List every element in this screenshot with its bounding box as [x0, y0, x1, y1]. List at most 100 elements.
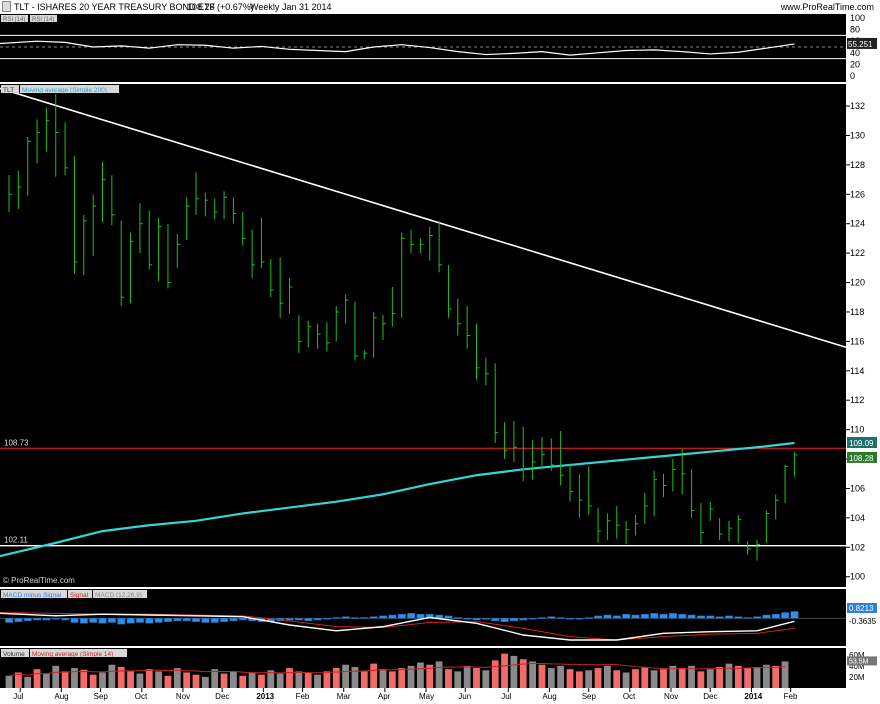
macd-histogram-bar — [781, 612, 790, 619]
x-tick-label: Aug — [54, 692, 68, 701]
volume-bar — [594, 668, 602, 688]
macd-hist-value-label: 0.8213 — [849, 604, 874, 613]
volume-bar — [99, 672, 106, 688]
macd-histogram-bar — [510, 618, 518, 622]
volume-bar — [604, 665, 611, 688]
volume-bar — [43, 673, 50, 688]
volume-bar — [706, 669, 714, 688]
macd-histogram-bar — [706, 615, 715, 619]
price-tick-label: 114 — [850, 366, 864, 376]
x-tick-label: Jul — [13, 692, 23, 701]
volume-bar — [660, 669, 667, 688]
macd-histogram-bar — [173, 618, 182, 622]
volume-bar — [220, 673, 228, 688]
macd-histogram-bar — [23, 618, 32, 622]
volume-bar — [585, 670, 593, 688]
macd-histogram-bar — [388, 614, 397, 619]
volume-bar — [164, 675, 172, 688]
right-axis — [846, 14, 880, 690]
macd-histogram-bar — [762, 614, 771, 619]
volume-bar — [463, 665, 471, 688]
rsi-tick-label: 0 — [850, 71, 855, 81]
macd-histogram-bar — [126, 618, 135, 624]
volume-bar — [61, 671, 69, 688]
volume-ma-label: Moving average (Simple 14) — [32, 651, 113, 658]
volume-bar — [5, 675, 13, 688]
macd-histogram-bar — [5, 618, 14, 623]
macd-histogram-bar — [210, 618, 219, 623]
macd-histogram-bar — [631, 614, 640, 619]
volume-bar — [52, 665, 60, 688]
price-tick-label: 118 — [850, 307, 864, 317]
macd-histogram-bar — [369, 616, 378, 619]
volume-bar — [454, 671, 462, 688]
volume-bar — [108, 664, 116, 688]
rsi-tick-label: 80 — [850, 25, 860, 35]
volume-bar — [725, 663, 733, 688]
x-tick-label: Mar — [337, 692, 351, 701]
macd-histogram-bar — [295, 618, 303, 621]
price-value-label: 108.28 — [849, 454, 874, 463]
volume-bar — [575, 671, 583, 688]
macd-histogram-bar — [51, 618, 60, 620]
price-tick-label: 106 — [850, 483, 865, 493]
price-tick-label: 128 — [850, 160, 865, 170]
x-tick-label: 2014 — [744, 692, 762, 701]
rsi-panel[interactable] — [0, 14, 846, 82]
macd-histogram-bar — [519, 618, 528, 621]
chart-canvas[interactable]: 108.73 102.11 132 130 128 126 124 122 120 118 116… — [0, 0, 880, 704]
macd-histogram-bar — [192, 618, 201, 622]
macd-histogram-bar — [697, 615, 705, 619]
macd-histogram-bar — [669, 613, 677, 619]
volume-bar — [398, 668, 406, 688]
volume-bar — [388, 671, 396, 688]
macd-histogram-bar — [659, 613, 668, 619]
macd-histogram-bar — [117, 618, 126, 625]
macd-histogram-bar — [594, 615, 603, 619]
macd-histogram-bar — [753, 616, 762, 619]
macd-histogram-bar — [612, 615, 621, 619]
volume-bar — [155, 671, 162, 688]
rsi-tick-label: 20 — [850, 59, 860, 69]
volume-bar — [473, 668, 480, 688]
macd-histogram-bar — [491, 618, 500, 622]
x-tick-label: Feb — [296, 692, 310, 701]
volume-bar — [613, 670, 621, 688]
x-tick-label: Dec — [703, 692, 717, 701]
volume-bar — [258, 674, 265, 688]
volume-bar — [445, 669, 452, 688]
macd-histogram-bar — [42, 618, 51, 621]
macd-histogram-bar — [650, 613, 659, 619]
volume-bar — [286, 668, 293, 688]
volume-bar — [379, 669, 387, 688]
macd-histogram-bar — [444, 615, 453, 619]
volume-bar — [435, 661, 443, 688]
volume-bar — [417, 662, 424, 688]
macd-histogram-bar — [472, 618, 481, 621]
volume-bar — [89, 674, 97, 688]
volume-bar — [239, 675, 247, 688]
ma-series-label: Moving average (Simple 200) — [22, 87, 107, 94]
macd-histogram-bar — [790, 611, 799, 619]
price-panel[interactable] — [0, 84, 846, 587]
macd-histogram-bar — [416, 613, 425, 619]
macd-histogram-bar — [201, 618, 210, 623]
price-tick-label: 120 — [850, 278, 865, 288]
macd-histogram-bar — [463, 618, 472, 620]
macd-histogram-bar — [687, 614, 696, 619]
volume-bar — [342, 664, 349, 688]
price-tick-label: 130 — [850, 130, 865, 140]
volume-bar — [566, 669, 574, 688]
macd-histogram-bar — [136, 618, 144, 623]
macd-histogram-bar — [528, 618, 537, 620]
macd-histogram-bar — [547, 616, 556, 619]
macd-histogram-bar — [332, 617, 341, 619]
macd-histogram-bar — [61, 618, 70, 621]
volume-bar — [547, 668, 555, 688]
x-tick-label: Nov — [664, 692, 678, 701]
price-tick-label: 116 — [850, 336, 864, 346]
macd-histogram-bar — [556, 617, 565, 619]
volume-label: Volume — [3, 651, 25, 658]
macd-histogram-bar — [89, 618, 98, 623]
price-tick-label: 104 — [850, 513, 865, 523]
